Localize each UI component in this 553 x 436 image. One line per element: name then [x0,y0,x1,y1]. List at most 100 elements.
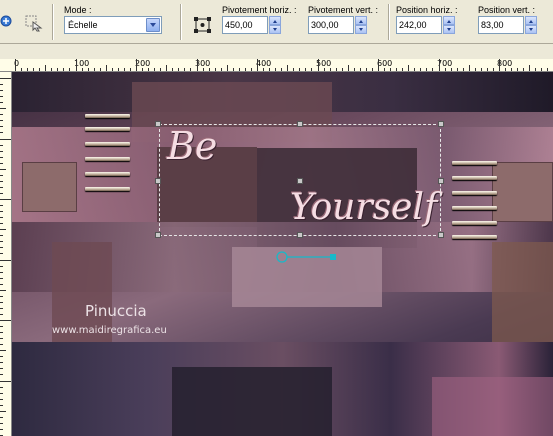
ruler-tick [0,428,3,430]
reset-icon[interactable] [0,14,12,28]
ruler-tick [547,68,549,71]
ruler-tick [129,68,131,71]
ruler-tick [99,68,101,71]
ruler-tick [57,68,59,71]
ruler-tick [287,65,289,71]
ruler-tick [0,301,3,303]
pos-v-input[interactable]: 83,00 [478,16,524,34]
ruler-tick [0,223,3,225]
pivot-h-label: Pivotement horiz. : [222,5,297,15]
ruler-tick [0,102,3,104]
ruler-tick [0,271,3,273]
image-canvas[interactable]: Be Yourself Pinuccia www.maidiregrafica.… [12,72,553,436]
ruler-tick [184,68,186,71]
ruler-tick [0,320,11,321]
pos-h-stepper[interactable] [443,16,455,34]
resize-handle[interactable] [155,178,161,184]
ruler-label: 400 [256,59,272,68]
pivot-v-stepper[interactable] [355,16,367,34]
ruler-tick [45,65,47,71]
ruler-tick [0,174,3,176]
pos-v-label: Position vert. : [478,5,536,15]
pos-h-group: Position horiz. : 242,00 [396,5,458,34]
stepper-up-icon[interactable] [269,16,281,25]
stepper-down-icon[interactable] [525,25,537,34]
ruler-tick [0,78,11,79]
ruler-tick [365,68,367,71]
ruler-tick [166,65,168,71]
ruler-tick [69,68,71,71]
ruler-tick [0,84,3,86]
ruler-tick [0,283,3,285]
stripe [452,176,497,180]
ruler-tick [0,241,3,243]
stripe [452,221,497,225]
ruler-tick [21,68,23,71]
ruler-tick [63,68,65,71]
ruler-tick [0,108,6,110]
ruler-tick [535,68,537,71]
ruler-tick [0,392,3,394]
ruler-tick [0,410,6,412]
resize-handle[interactable] [438,232,444,238]
stepper-up-icon[interactable] [525,16,537,25]
toolbar-separator [388,4,390,40]
ruler-tick [0,192,3,194]
ruler-tick [15,59,16,71]
ruler-tick [335,68,337,71]
ruler-tick [0,313,3,315]
ruler-tick [420,68,422,71]
mode-group: Mode : Échelle [64,5,162,34]
pos-h-input[interactable]: 242,00 [396,16,442,34]
vertical-ruler[interactable] [0,72,12,436]
ruler-tick [456,68,458,71]
stepper-down-icon[interactable] [443,25,455,34]
ruler-tick [0,199,11,200]
chevron-down-icon[interactable] [146,18,160,32]
ruler-tick [390,68,392,71]
rotation-handle[interactable] [274,250,340,264]
resize-handle[interactable] [438,121,444,127]
ruler-tick [499,59,500,71]
ruler-tick [281,68,283,71]
pick-tool-icon[interactable] [24,14,44,32]
horizontal-ruler[interactable]: 0 100 200 300 400 500 600 700 800 [0,59,553,72]
ruler-tick [0,229,6,231]
ruler-tick [202,68,204,71]
ruler-tick [93,68,95,71]
bg-block [492,162,553,222]
stepper-down-icon[interactable] [269,25,281,34]
bg-block [22,162,77,212]
ruler-tick [347,65,349,71]
ruler-tick [0,265,3,267]
ruler-tick [0,120,3,122]
stepper-up-icon[interactable] [443,16,455,25]
pivot-v-input[interactable]: 300,00 [308,16,354,34]
center-handle[interactable] [297,178,303,184]
resize-handle[interactable] [438,178,444,184]
pivot-h-input[interactable]: 450,00 [222,16,268,34]
pivot-h-group: Pivotement horiz. : 450,00 [222,5,297,34]
pivot-point-icon[interactable] [193,16,213,34]
ruler-tick [0,235,3,237]
resize-handle[interactable] [297,232,303,238]
ruler-tick [293,68,295,71]
ruler-tick [0,168,6,170]
ruler-label: 600 [377,59,393,68]
ruler-tick [123,68,125,71]
ruler-tick [148,68,150,71]
resize-handle[interactable] [155,121,161,127]
ruler-tick [0,162,3,164]
resize-handle[interactable] [297,121,303,127]
pos-v-stepper[interactable] [525,16,537,34]
ruler-tick [523,68,525,71]
mode-select[interactable]: Échelle [64,16,162,34]
stripe [85,127,130,131]
ruler-tick [269,68,271,71]
stepper-up-icon[interactable] [355,16,367,25]
ruler-tick [505,68,507,71]
resize-handle[interactable] [155,232,161,238]
stepper-down-icon[interactable] [355,25,367,34]
ruler-tick [0,380,11,382]
pivot-h-stepper[interactable] [269,16,281,34]
